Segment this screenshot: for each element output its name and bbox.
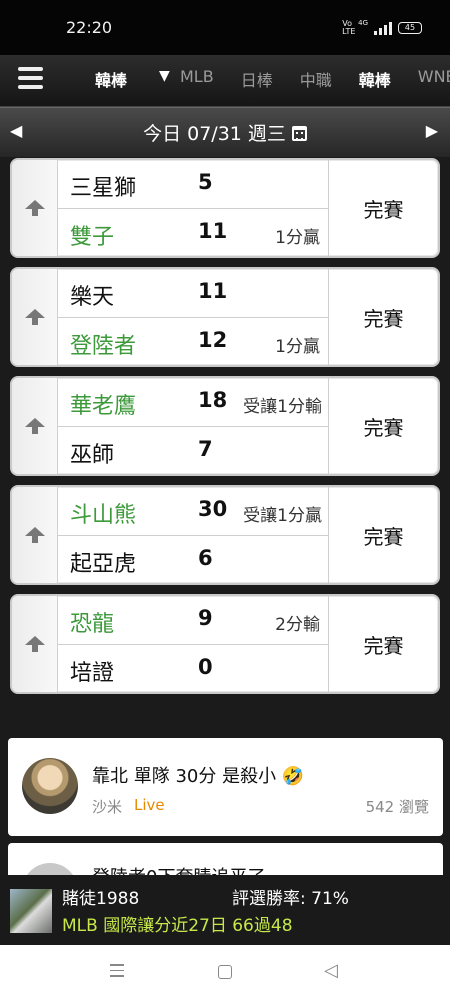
game-card[interactable]: 樂天 11 登陸者 12 1分贏 完賽 — [10, 267, 440, 367]
team-name: 樂天 — [70, 285, 115, 310]
team-name: 雙子 — [70, 225, 115, 250]
team-score: 5 — [198, 170, 213, 194]
tab-league[interactable]: 韓棒 — [359, 67, 391, 91]
live-badge: Live — [134, 796, 165, 814]
tab-league[interactable]: WNBA — [418, 67, 450, 91]
status-bar: 22:20 Vo LTE 4G 45 — [0, 0, 450, 55]
game-card[interactable]: 三星獅 5 雙子 11 1分贏 完賽 — [10, 158, 440, 258]
expand-button[interactable] — [12, 487, 58, 583]
team-name: 華老鷹 — [70, 394, 137, 419]
team-score: 9 — [198, 606, 213, 630]
expand-button[interactable] — [12, 596, 58, 692]
current-league[interactable]: 韓棒 — [95, 67, 127, 91]
team-row: 恐龍 9 2分輸 — [58, 596, 328, 645]
date-label: 今日 07/31 週三 — [143, 123, 286, 145]
promo-text: MLB 國際讓分近27日 66過48 — [62, 916, 293, 936]
team-name: 起亞虎 — [70, 552, 137, 577]
volte-icon: Vo LTE — [342, 19, 356, 36]
team-name: 斗山熊 — [70, 503, 137, 528]
arrow-up-icon — [23, 527, 47, 543]
back-icon[interactable]: ◁ — [324, 960, 338, 981]
arrow-up-icon — [23, 309, 47, 325]
team-score: 7 — [198, 437, 213, 461]
expand-button[interactable] — [12, 378, 58, 474]
network-label: 4G — [358, 19, 368, 27]
team-score: 18 — [198, 388, 228, 412]
view-count: 542 瀏覽 — [365, 798, 429, 816]
team-row: 樂天 11 — [58, 269, 328, 318]
tab-league[interactable]: 中職 — [300, 67, 332, 91]
team-name: 三星獅 — [70, 176, 137, 201]
team-score: 6 — [198, 546, 213, 570]
game-status[interactable]: 完賽 — [328, 487, 438, 583]
post-title[interactable]: 靠北 單隊 30分 是殺小 🤣 — [92, 762, 304, 788]
next-day-icon[interactable]: ▶ — [426, 121, 438, 140]
game-list: 三星獅 5 雙子 11 1分贏 完賽 樂天 11 登陸者 12 1分贏 完賽 華老鷹 18 受讓1分輸 巫師 7… — [10, 158, 440, 703]
team-row: 雙子 11 1分贏 — [58, 209, 328, 256]
team-name: 恐龍 — [70, 612, 115, 637]
calendar-icon[interactable] — [291, 126, 307, 141]
team-row: 培證 0 — [58, 645, 328, 692]
expand-button[interactable] — [12, 269, 58, 365]
team-name: 登陸者 — [70, 334, 137, 359]
promo-bar[interactable]: 賭徒1988 評選勝率: 71% MLB 國際讓分近27日 66過48 — [0, 875, 450, 945]
team-row: 三星獅 5 — [58, 160, 328, 209]
tab-league[interactable]: MLB — [180, 67, 214, 91]
team-name: 巫師 — [70, 443, 115, 468]
promo-thumbnail — [10, 889, 52, 933]
game-status[interactable]: 完賽 — [328, 378, 438, 474]
team-row: 起亞虎 6 — [58, 536, 328, 583]
recent-apps-icon[interactable] — [110, 964, 124, 981]
team-name: 培證 — [70, 661, 115, 686]
arrow-up-icon — [23, 418, 47, 434]
team-row: 巫師 7 — [58, 427, 328, 474]
team-score: 11 — [198, 219, 228, 243]
team-score: 30 — [198, 497, 228, 521]
post-card[interactable]: 靠北 單隊 30分 是殺小 🤣 沙米 Live 542 瀏覽 — [8, 738, 443, 836]
date-selector[interactable]: 今日 07/31 週三 — [0, 119, 450, 146]
team-row: 登陸者 12 1分贏 — [58, 318, 328, 365]
team-score: 0 — [198, 655, 213, 679]
expand-button[interactable] — [12, 160, 58, 256]
system-nav-bar: ◁ — [0, 945, 450, 1000]
date-bar: ◀ 今日 07/31 週三 ▶ — [0, 107, 450, 157]
tab-league[interactable]: 日棒 — [241, 67, 273, 91]
game-card[interactable]: 華老鷹 18 受讓1分輸巫師 7 完賽 — [10, 376, 440, 476]
signal-icon — [374, 21, 392, 35]
spread-result: 1分贏 — [275, 228, 320, 248]
arrow-up-icon — [23, 636, 47, 652]
game-card[interactable]: 斗山熊 30 受讓1分贏起亞虎 6 完賽 — [10, 485, 440, 585]
promo-user: 賭徒1988 — [62, 889, 140, 909]
spread-result: 2分輸 — [275, 615, 320, 635]
spread-result: 受讓1分贏 — [243, 506, 322, 526]
home-icon[interactable] — [218, 965, 232, 979]
menu-icon[interactable] — [18, 67, 43, 89]
team-score: 11 — [198, 279, 228, 303]
avatar — [22, 758, 78, 814]
battery-icon: 45 — [398, 22, 422, 34]
league-tabs: MLB 日棒 中職 韓棒 WNBA — [180, 67, 450, 91]
team-row: 斗山熊 30 受讓1分贏 — [58, 487, 328, 536]
spread-result: 1分贏 — [275, 337, 320, 357]
team-score: 12 — [198, 328, 228, 352]
team-row: 華老鷹 18 受讓1分輸 — [58, 378, 328, 427]
arrow-up-icon — [23, 200, 47, 216]
promo-win-rate: 評選勝率: 71% — [232, 889, 349, 909]
game-status[interactable]: 完賽 — [328, 596, 438, 692]
league-nav: 韓棒 ▼ MLB 日棒 中職 韓棒 WNBA — [0, 55, 450, 107]
game-status[interactable]: 完賽 — [328, 269, 438, 365]
game-status[interactable]: 完賽 — [328, 160, 438, 256]
game-card[interactable]: 恐龍 9 2分輸培證 0 完賽 — [10, 594, 440, 694]
post-author: 沙米 — [92, 798, 123, 816]
status-time: 22:20 — [66, 18, 113, 37]
spread-result: 受讓1分輸 — [243, 397, 322, 417]
status-icons: Vo LTE 4G 45 — [342, 19, 422, 36]
caret-down-icon[interactable]: ▼ — [159, 68, 170, 84]
